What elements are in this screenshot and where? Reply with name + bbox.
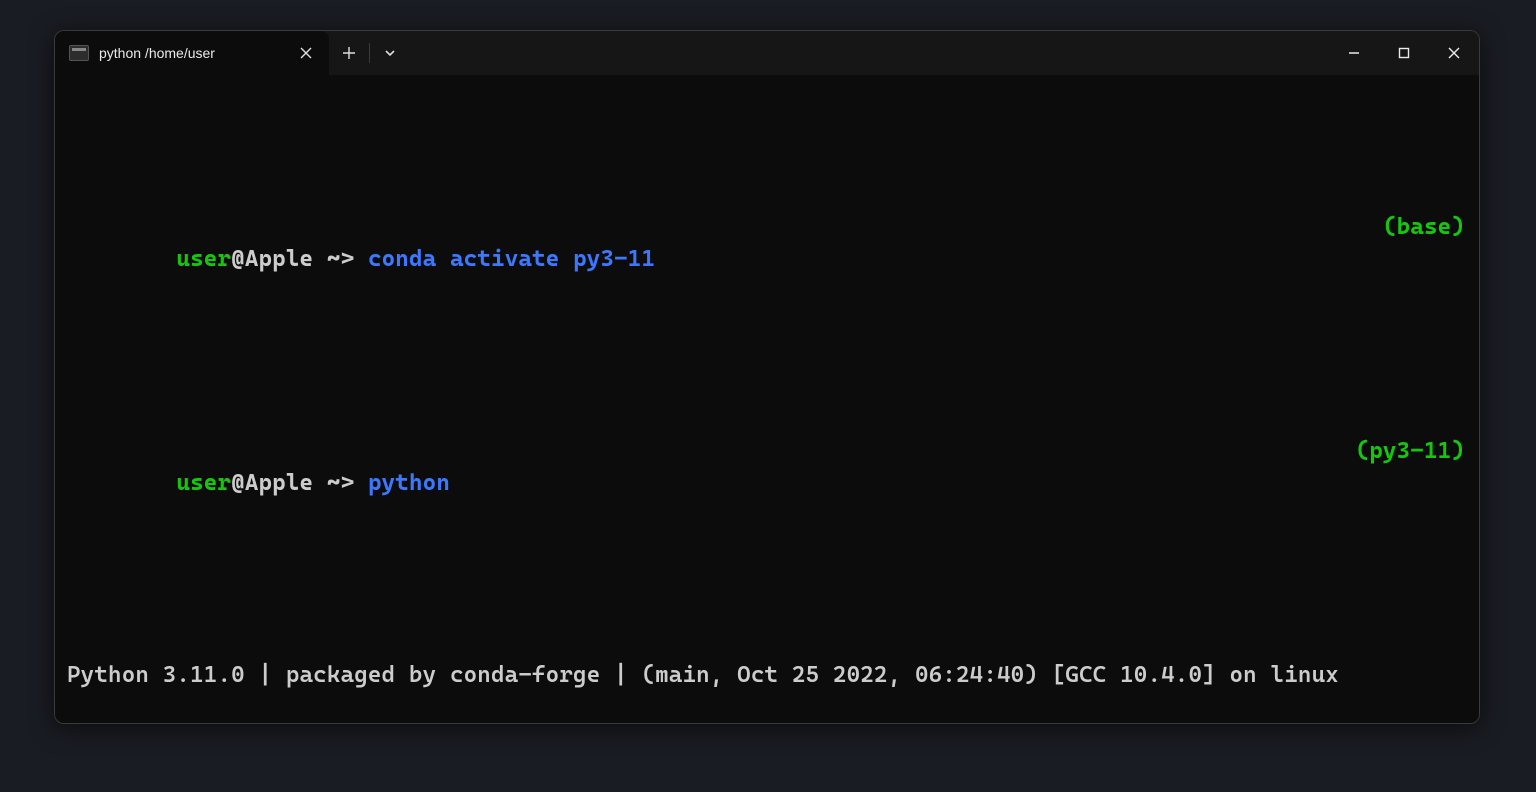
minimize-icon <box>1348 47 1360 59</box>
command-rest: activate py3-11 <box>436 246 655 272</box>
terminal-output: Python 3.11.0 | packaged by conda-forge … <box>67 659 1467 691</box>
conda-env-indicator: (base) <box>1383 211 1467 307</box>
terminal-icon <box>69 45 89 61</box>
tabbar <box>329 31 1479 75</box>
prompt-at: @ <box>231 470 245 496</box>
prompt-at: @ <box>231 246 245 272</box>
conda-env-indicator: (py3-11) <box>1356 435 1467 531</box>
tab-active[interactable]: python /home/user <box>55 31 329 75</box>
plus-icon <box>342 46 356 60</box>
terminal-window: python /home/user <box>54 30 1480 724</box>
command-head: conda <box>368 246 436 272</box>
prompt-host: Apple <box>245 470 313 496</box>
close-icon <box>1448 47 1460 59</box>
prompt-sep: ~> <box>313 470 368 496</box>
prompt-sep: ~> <box>313 246 368 272</box>
terminal-line: user@Apple ~> conda activate py3-11 (bas… <box>67 211 1467 307</box>
chevron-down-icon <box>384 47 396 59</box>
window-controls <box>1329 31 1479 75</box>
titlebar: python /home/user <box>55 31 1479 75</box>
maximize-button[interactable] <box>1379 31 1429 75</box>
minimize-button[interactable] <box>1329 31 1379 75</box>
terminal-body[interactable]: user@Apple ~> conda activate py3-11 (bas… <box>55 75 1479 724</box>
command-head: python <box>368 470 450 496</box>
tab-title: python /home/user <box>99 45 283 61</box>
new-tab-button[interactable] <box>329 31 369 75</box>
prompt-user: user <box>176 470 231 496</box>
close-icon <box>300 47 312 59</box>
tab-close-button[interactable] <box>293 40 319 66</box>
window-close-button[interactable] <box>1429 31 1479 75</box>
terminal-line: user@Apple ~> python (py3-11) <box>67 435 1467 531</box>
maximize-icon <box>1398 47 1410 59</box>
tab-dropdown-button[interactable] <box>370 31 410 75</box>
prompt-user: user <box>176 246 231 272</box>
prompt-host: Apple <box>245 246 313 272</box>
